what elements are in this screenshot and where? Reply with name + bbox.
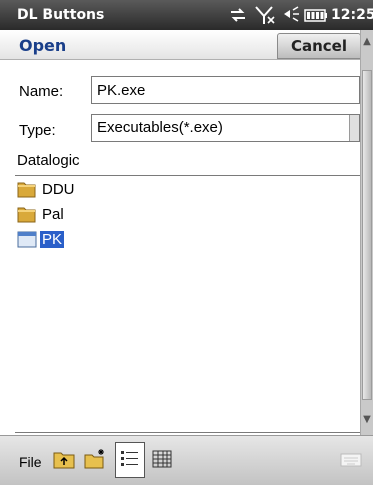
scrollbar[interactable]: ▲ ▼ <box>360 30 373 435</box>
divider <box>15 175 360 176</box>
folder-icon <box>17 182 36 198</box>
bottom-toolbar: File <box>0 435 373 485</box>
title-bar: DL Buttons 12:25 <box>0 0 373 30</box>
type-label: Type: <box>19 122 56 139</box>
scroll-down-icon[interactable]: ▼ <box>361 414 373 426</box>
file-menu[interactable]: File <box>19 454 42 470</box>
list-view-icon[interactable] <box>150 448 174 470</box>
folder-path: Datalogic <box>17 152 80 169</box>
details-view-icon <box>121 451 138 466</box>
cancel-button[interactable]: Cancel <box>277 33 361 59</box>
application-icon <box>17 231 37 248</box>
up-folder-icon[interactable] <box>52 448 76 470</box>
volume-icon[interactable] <box>282 4 302 26</box>
dialog-title: Open <box>19 36 67 55</box>
type-select-value: Executables(*.exe) <box>97 119 223 136</box>
file-list[interactable]: DDU Pal PK <box>17 178 357 428</box>
list-item-label: DDU <box>42 180 75 198</box>
name-input[interactable] <box>91 76 360 104</box>
list-item-selected[interactable]: PK <box>17 228 65 250</box>
details-view-button[interactable] <box>115 442 145 478</box>
no-signal-icon[interactable] <box>253 4 277 26</box>
folder-icon <box>17 207 36 223</box>
list-item-label: Pal <box>42 205 64 223</box>
divider <box>15 432 360 433</box>
keyboard-icon[interactable] <box>340 452 362 468</box>
connectivity-icon[interactable] <box>227 4 249 26</box>
chevron-down-icon[interactable] <box>349 115 359 141</box>
list-item-label: PK <box>40 230 65 248</box>
battery-icon[interactable] <box>303 4 329 26</box>
scroll-thumb[interactable] <box>362 70 372 400</box>
list-item[interactable]: DDU <box>17 178 77 200</box>
type-select[interactable]: Executables(*.exe) <box>91 114 360 142</box>
new-folder-icon[interactable] <box>83 448 107 470</box>
name-label: Name: <box>19 83 64 100</box>
app-title: DL Buttons <box>17 7 105 23</box>
clock[interactable]: 12:25 <box>331 7 373 23</box>
scroll-up-icon[interactable]: ▲ <box>361 36 373 48</box>
list-item[interactable]: Pal <box>17 203 66 225</box>
dialog-header: Open Cancel <box>0 30 373 60</box>
